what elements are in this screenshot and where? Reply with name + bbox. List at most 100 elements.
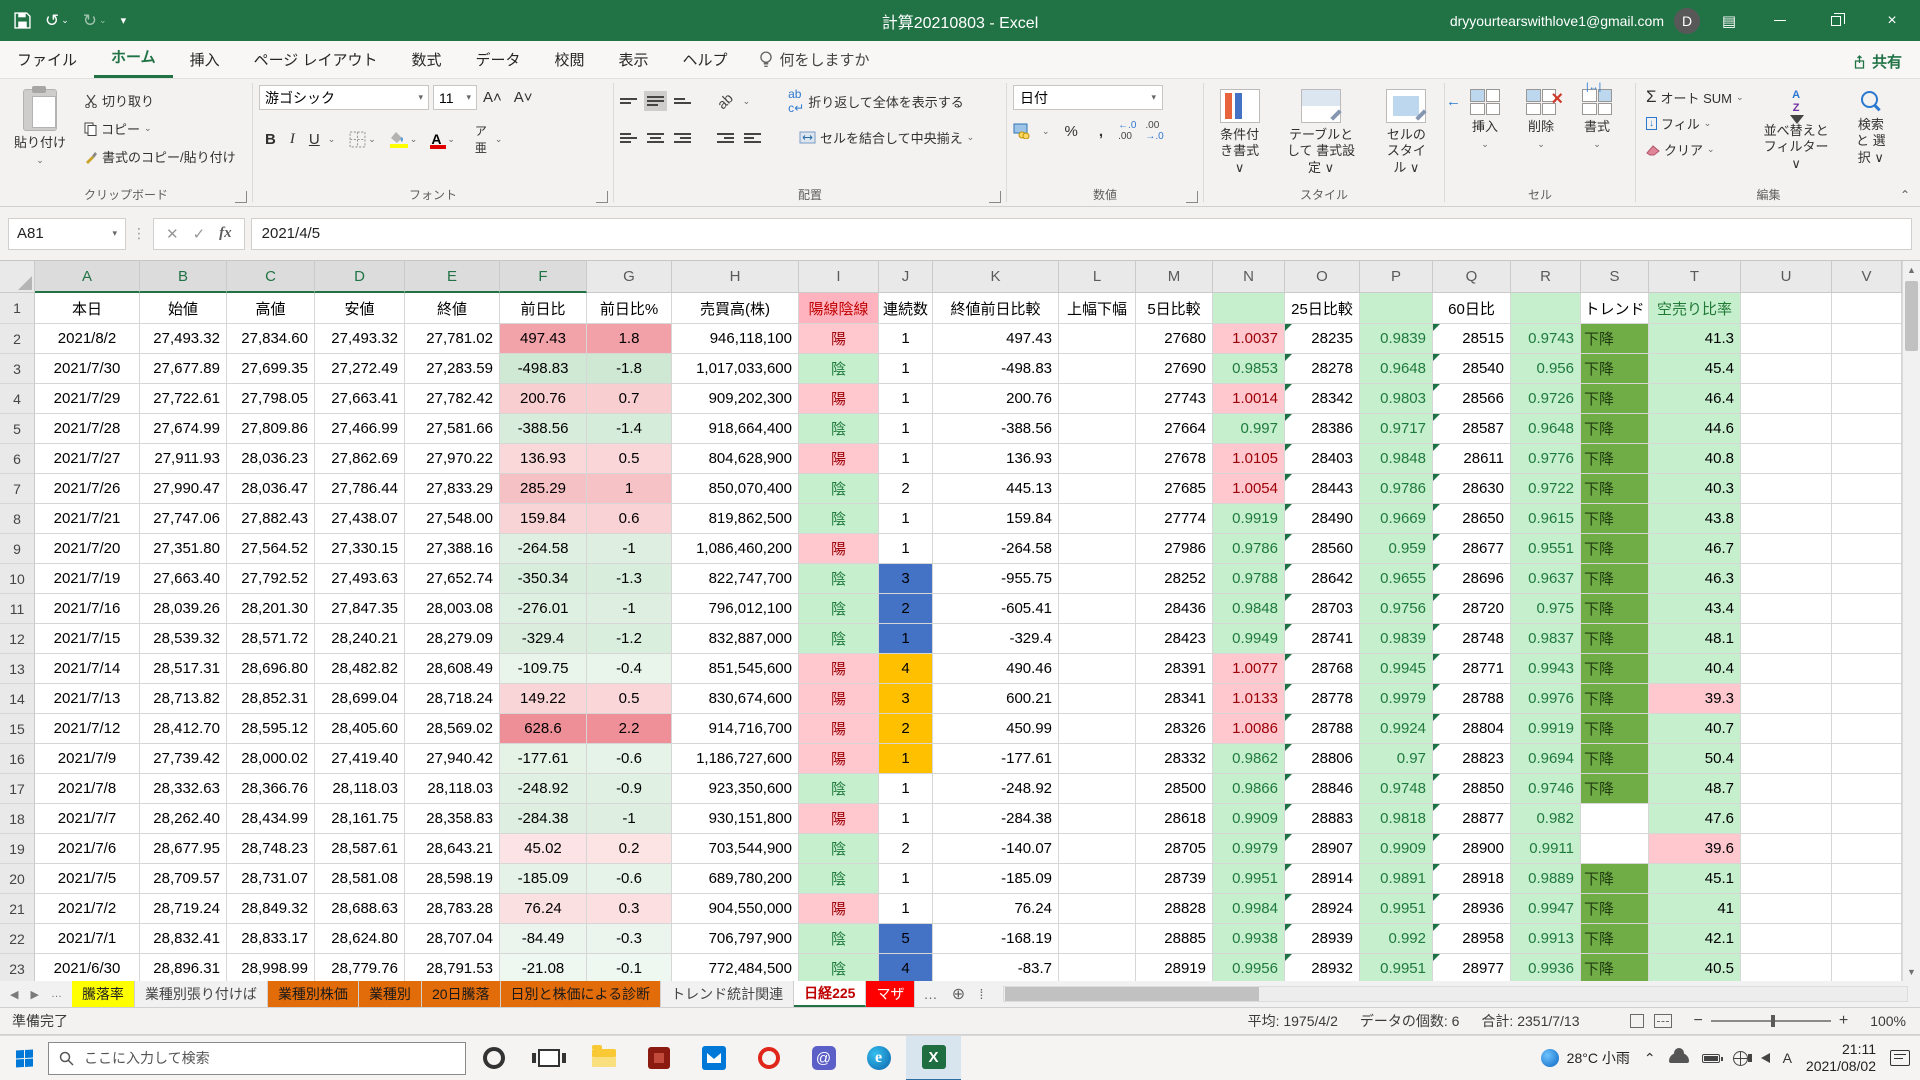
cell-Q15[interactable]: 28804 <box>1433 714 1511 744</box>
cell-V17[interactable] <box>1832 774 1902 804</box>
cell-A3[interactable]: 2021/7/30 <box>35 354 140 384</box>
cell-H21[interactable]: 904,550,000 <box>672 894 799 924</box>
restore-button[interactable] <box>1808 0 1864 41</box>
cell-U14[interactable] <box>1741 684 1832 714</box>
cell-L5[interactable] <box>1059 414 1136 444</box>
row-header-16[interactable]: 16 <box>0 744 35 774</box>
cell-D15[interactable]: 28,405.60 <box>315 714 405 744</box>
cell-N10[interactable]: 0.9788 <box>1213 564 1285 594</box>
cell-N22[interactable]: 0.9938 <box>1213 924 1285 954</box>
cell-L6[interactable] <box>1059 444 1136 474</box>
ribbon-tab-3[interactable]: ページ レイアウト <box>237 41 395 78</box>
minimize-button[interactable] <box>1752 0 1808 41</box>
cell-Q8[interactable]: 28650 <box>1433 504 1511 534</box>
decrease-indent-icon[interactable] <box>717 131 734 145</box>
cell-H9[interactable]: 1,086,460,200 <box>672 534 799 564</box>
align-top-icon[interactable] <box>620 96 637 106</box>
cell-O17[interactable]: 28846 <box>1285 774 1360 804</box>
cell-D9[interactable]: 27,330.15 <box>315 534 405 564</box>
cell-J19[interactable]: 2 <box>879 834 933 864</box>
cell-U5[interactable] <box>1741 414 1832 444</box>
ribbon-tab-6[interactable]: 校閲 <box>538 41 602 78</box>
cell-V6[interactable] <box>1832 444 1902 474</box>
zoom-level[interactable]: 100% <box>1870 1013 1906 1029</box>
cell-R16[interactable]: 0.9694 <box>1511 744 1581 774</box>
cell-D22[interactable]: 28,624.80 <box>315 924 405 954</box>
ribbon-tab-1[interactable]: ホーム <box>94 38 173 78</box>
cell-D23[interactable]: 28,779.76 <box>315 954 405 981</box>
cell-S16[interactable]: 下降 <box>1581 744 1649 774</box>
row-header-18[interactable]: 18 <box>0 804 35 834</box>
cell-R4[interactable]: 0.9726 <box>1511 384 1581 414</box>
cell-V16[interactable] <box>1832 744 1902 774</box>
cell-R19[interactable]: 0.9911 <box>1511 834 1581 864</box>
cell-T13[interactable]: 40.4 <box>1649 654 1741 684</box>
cell-D6[interactable]: 27,862.69 <box>315 444 405 474</box>
cell-F3[interactable]: -498.83 <box>500 354 587 384</box>
clock[interactable]: 21:112021/08/02 <box>1806 1041 1876 1076</box>
cell-L18[interactable] <box>1059 804 1136 834</box>
new-sheet-button[interactable]: ⊕ <box>945 981 971 1007</box>
cell-H19[interactable]: 703,544,900 <box>672 834 799 864</box>
column-header-A[interactable]: A <box>35 261 140 293</box>
cell-I9[interactable]: 陽 <box>799 534 879 564</box>
cell-Q18[interactable]: 28877 <box>1433 804 1511 834</box>
cell-H10[interactable]: 822,747,700 <box>672 564 799 594</box>
cell-J14[interactable]: 3 <box>879 684 933 714</box>
cell-A10[interactable]: 2021/7/19 <box>35 564 140 594</box>
cell-I3[interactable]: 陰 <box>799 354 879 384</box>
cell-P20[interactable]: 0.9891 <box>1360 864 1433 894</box>
cell-L11[interactable] <box>1059 594 1136 624</box>
cell-M23[interactable]: 28919 <box>1136 954 1213 981</box>
clear-button[interactable]: クリア⌄ <box>1642 138 1748 161</box>
cell-N6[interactable]: 1.0105 <box>1213 444 1285 474</box>
cell-B3[interactable]: 27,677.89 <box>140 354 227 384</box>
cell-F9[interactable]: -264.58 <box>500 534 587 564</box>
cell-F7[interactable]: 285.29 <box>500 474 587 504</box>
cell-J16[interactable]: 1 <box>879 744 933 774</box>
cell-B1[interactable]: 始値 <box>140 293 227 324</box>
share-button[interactable]: 共有 <box>1853 51 1902 72</box>
cell-M9[interactable]: 27986 <box>1136 534 1213 564</box>
cell-T21[interactable]: 41 <box>1649 894 1741 924</box>
cell-J9[interactable]: 1 <box>879 534 933 564</box>
cell-O1[interactable]: 25日比較 <box>1285 293 1360 324</box>
cell-R7[interactable]: 0.9722 <box>1511 474 1581 504</box>
cell-B14[interactable]: 28,713.82 <box>140 684 227 714</box>
cell-A17[interactable]: 2021/7/8 <box>35 774 140 804</box>
cell-B4[interactable]: 27,722.61 <box>140 384 227 414</box>
cell-B21[interactable]: 28,719.24 <box>140 894 227 924</box>
cell-P17[interactable]: 0.9748 <box>1360 774 1433 804</box>
align-right-icon[interactable] <box>674 131 691 145</box>
cell-N23[interactable]: 0.9956 <box>1213 954 1285 981</box>
cell-M3[interactable]: 27690 <box>1136 354 1213 384</box>
cell-N13[interactable]: 1.0077 <box>1213 654 1285 684</box>
cell-H14[interactable]: 830,674,600 <box>672 684 799 714</box>
cell-G22[interactable]: -0.3 <box>587 924 672 954</box>
taskbar-app-at[interactable]: @ <box>796 1036 851 1080</box>
cell-Q22[interactable]: 28958 <box>1433 924 1511 954</box>
cell-B13[interactable]: 28,517.31 <box>140 654 227 684</box>
cell-L4[interactable] <box>1059 384 1136 414</box>
cell-T14[interactable]: 39.3 <box>1649 684 1741 714</box>
cell-B9[interactable]: 27,351.80 <box>140 534 227 564</box>
cell-V13[interactable] <box>1832 654 1902 684</box>
cell-D18[interactable]: 28,161.75 <box>315 804 405 834</box>
cell-C11[interactable]: 28,201.30 <box>227 594 315 624</box>
cell-U6[interactable] <box>1741 444 1832 474</box>
cell-M14[interactable]: 28341 <box>1136 684 1213 714</box>
cell-A20[interactable]: 2021/7/5 <box>35 864 140 894</box>
comma-style-button[interactable]: , <box>1093 121 1109 142</box>
cell-K21[interactable]: 76.24 <box>933 894 1059 924</box>
cell-T10[interactable]: 46.3 <box>1649 564 1741 594</box>
cell-L20[interactable] <box>1059 864 1136 894</box>
cell-L7[interactable] <box>1059 474 1136 504</box>
cancel-entry-icon[interactable]: ✕ <box>166 225 179 243</box>
cell-E11[interactable]: 28,003.08 <box>405 594 500 624</box>
tab-splitter[interactable]: ⁞ <box>971 981 991 1007</box>
cell-B8[interactable]: 27,747.06 <box>140 504 227 534</box>
cell-K14[interactable]: 600.21 <box>933 684 1059 714</box>
cell-K23[interactable]: -83.7 <box>933 954 1059 981</box>
cell-T22[interactable]: 42.1 <box>1649 924 1741 954</box>
cell-O21[interactable]: 28924 <box>1285 894 1360 924</box>
